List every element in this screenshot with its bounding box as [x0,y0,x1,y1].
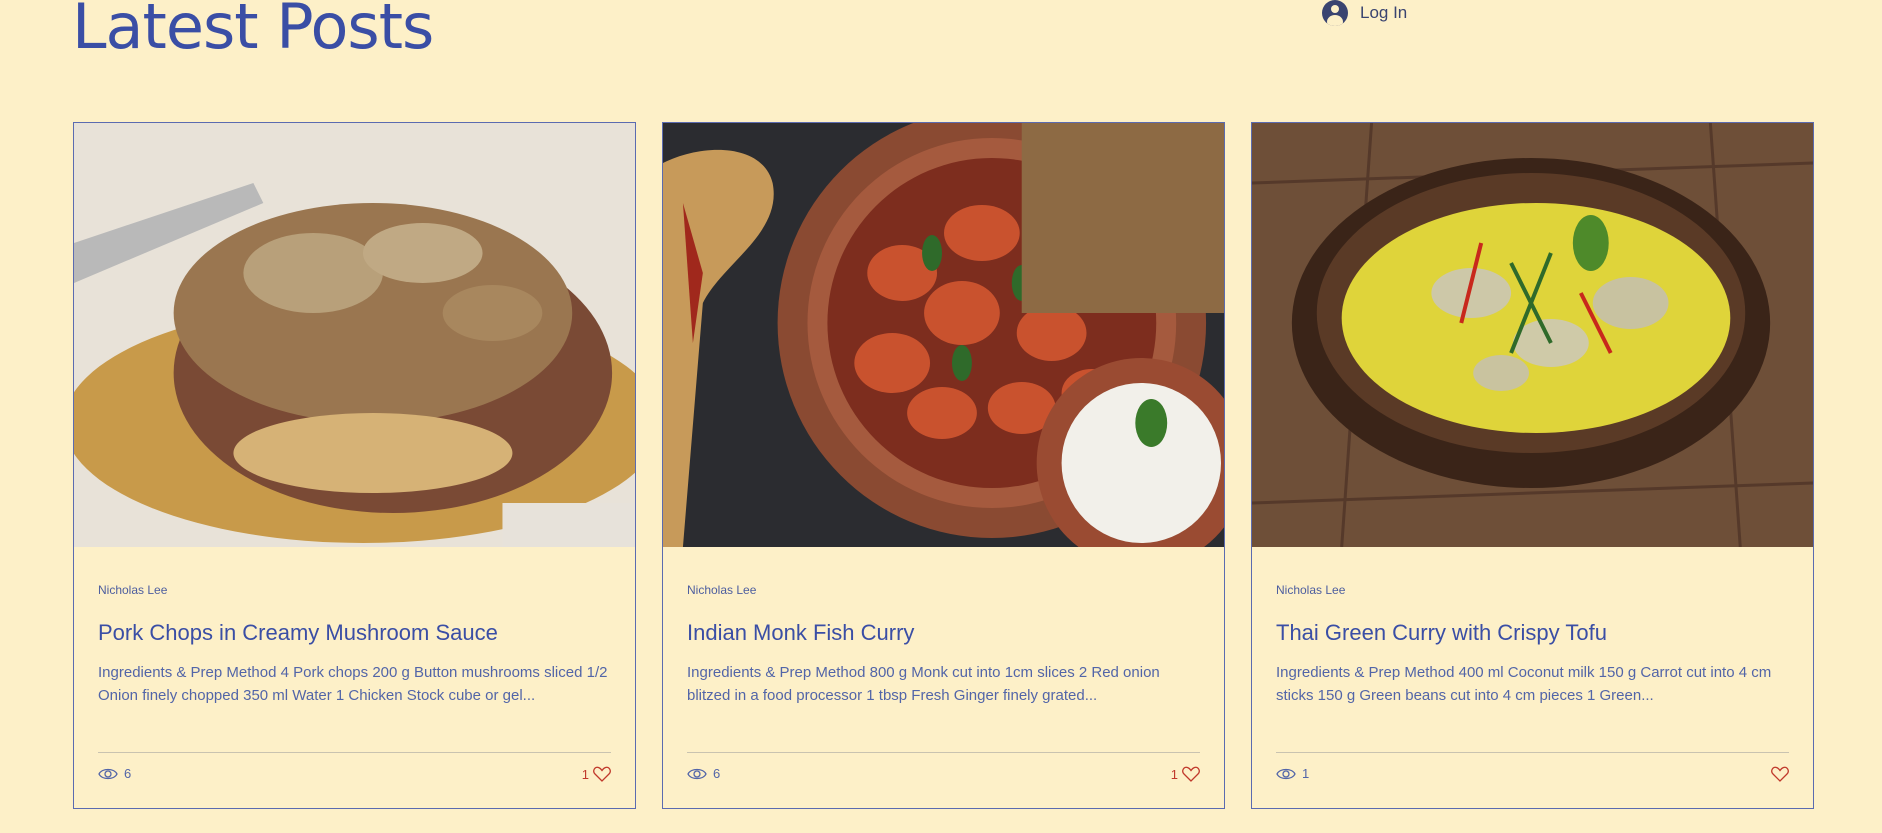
post-card[interactable]: Nicholas Lee Pork Chops in Creamy Mushro… [73,122,636,809]
post-title[interactable]: Indian Monk Fish Curry [687,620,1202,646]
card-divider [98,752,611,753]
post-author[interactable]: Nicholas Lee [687,583,756,597]
like-button[interactable]: 1 [1171,766,1200,782]
heart-icon [593,766,611,782]
post-excerpt: Ingredients & Prep Method 400 ml Coconut… [1276,664,1772,704]
monk-fish-curry-photo [663,123,1224,547]
like-count-value: 1 [581,766,589,782]
view-count: 1 [1276,766,1309,781]
user-avatar-icon [1322,0,1348,26]
login-label: Log In [1360,3,1408,22]
post-image[interactable] [663,123,1224,547]
eye-icon [687,768,707,779]
card-divider [687,752,1200,753]
post-author[interactable]: Nicholas Lee [1276,583,1345,597]
card-divider [1276,752,1789,753]
post-title[interactable]: Pork Chops in Creamy Mushroom Sauce [98,620,613,646]
post-stats: 6 1 [98,766,611,786]
heart-icon [1771,766,1789,782]
page-title: Latest Posts [72,0,434,63]
post-author[interactable]: Nicholas Lee [98,583,167,597]
view-count: 6 [687,766,720,781]
login-button[interactable]: Log In [1322,0,1407,26]
view-count: 6 [98,766,131,781]
thai-green-curry-photo [1252,123,1813,547]
post-stats: 6 1 [687,766,1200,786]
post-image[interactable] [74,123,635,547]
post-card[interactable]: Nicholas Lee Indian Monk Fish Curry Ingr… [662,122,1225,809]
eye-icon [98,768,118,779]
post-card[interactable]: Nicholas Lee Thai Green Curry with Crisp… [1251,122,1814,809]
eye-icon [1276,768,1296,779]
view-count-value: 6 [713,766,721,781]
like-button[interactable] [1767,766,1789,782]
view-count-value: 6 [124,766,132,781]
post-stats: 1 [1276,766,1789,786]
post-excerpt: Ingredients & Prep Method 800 g Monk cut… [687,664,1160,704]
post-title[interactable]: Thai Green Curry with Crispy Tofu [1276,620,1791,646]
post-image[interactable] [1252,123,1813,547]
heart-icon [1182,766,1200,782]
like-button[interactable]: 1 [582,766,611,782]
view-count-value: 1 [1302,766,1310,781]
like-count-value: 1 [1170,766,1178,782]
pork-chop-photo [74,123,635,547]
post-excerpt: Ingredients & Prep Method 4 Pork chops 2… [98,664,608,704]
